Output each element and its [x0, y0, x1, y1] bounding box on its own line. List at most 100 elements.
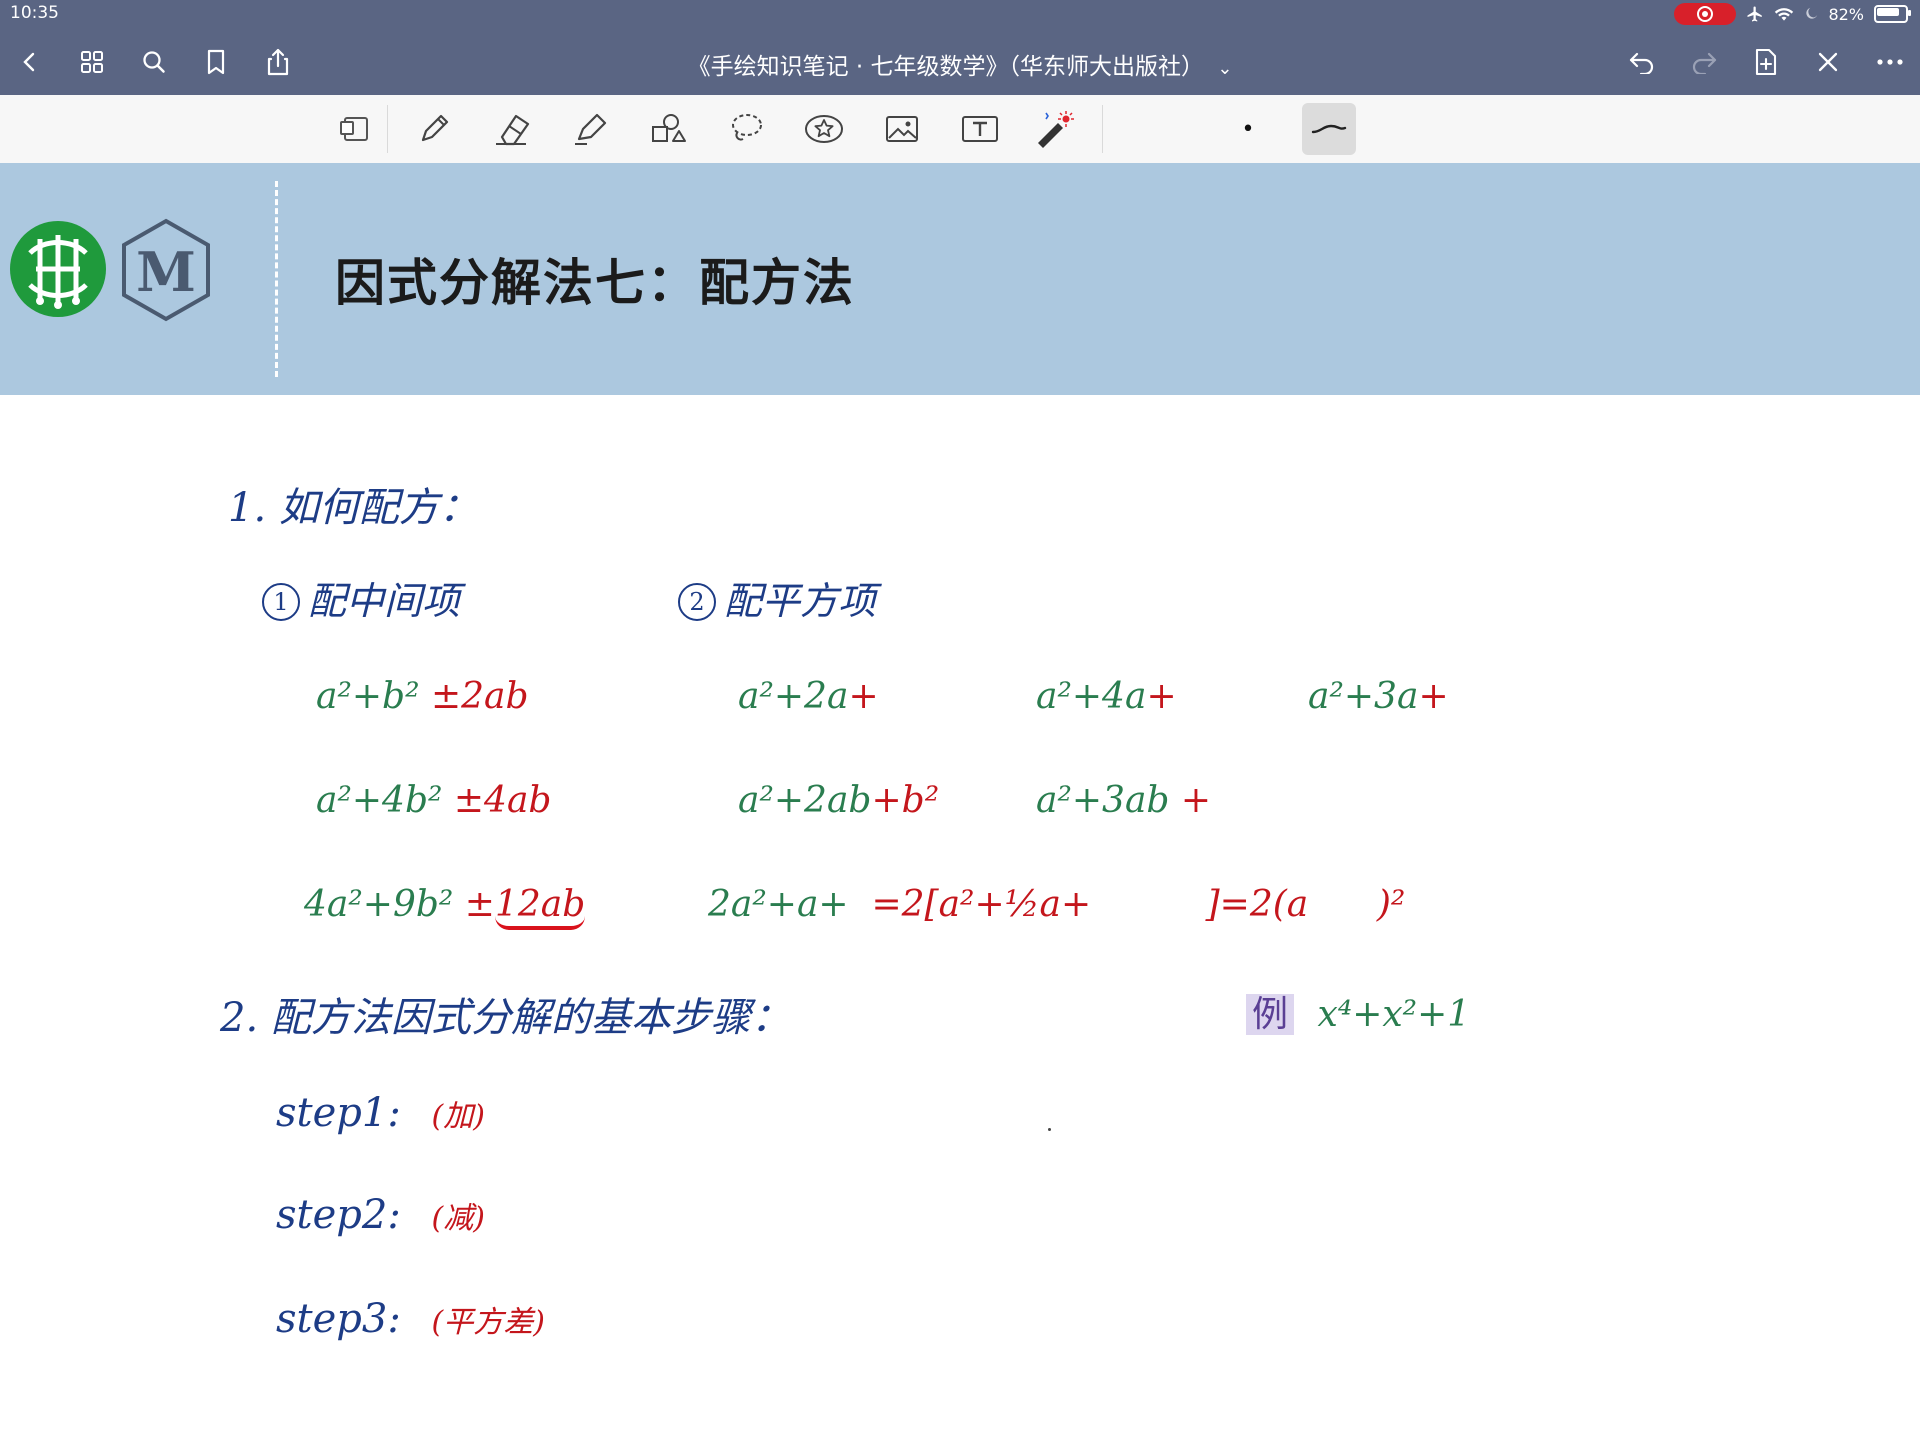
step-note: (平方差)	[431, 1305, 545, 1340]
example-expression: 例 x⁴+x²+1	[1246, 985, 1470, 1037]
expression-red: +	[1146, 676, 1177, 717]
equation-left-2: a²+4b² ±4ab	[316, 780, 551, 821]
close-icon	[1818, 52, 1838, 72]
undo-button[interactable]	[1622, 42, 1662, 82]
laser-pointer-icon	[1038, 111, 1074, 148]
document-title[interactable]: 《手绘知识笔记 · 七年级数学》（华东师大出版社） ⌄	[560, 47, 1360, 81]
banner-divider	[275, 181, 278, 377]
expression-green: a²+4b²	[316, 780, 443, 821]
equation-right-2: a²+3ab +	[1036, 780, 1211, 821]
lasso-tool[interactable]	[724, 107, 768, 151]
battery-percent: 82%	[1828, 4, 1864, 24]
equation-right-1b: a²+3a+	[1308, 676, 1449, 717]
laser-pointer-tool[interactable]	[1032, 107, 1076, 151]
bookmark-icon	[207, 49, 225, 75]
thumbnails-button[interactable]	[72, 42, 112, 82]
header-banner: M 因式分解法七：配方法	[0, 163, 1920, 395]
section-2-heading: 2. 配方法因式分解的基本步骤：	[220, 995, 791, 1041]
record-icon	[1697, 6, 1714, 22]
step-note: (加)	[431, 1099, 485, 1134]
expression-red-underlined: 12ab	[494, 884, 586, 930]
subheading-label: 配中间项	[308, 579, 461, 623]
drawing-toolbar: •	[0, 95, 1920, 164]
example-polynomial: x⁴+x²+1	[1317, 994, 1471, 1035]
shapes-tool[interactable]	[646, 107, 690, 151]
equation-right-1a: a²+4a+	[1036, 676, 1177, 717]
expression-green: a²+3a	[1308, 676, 1419, 717]
expression-red: +	[1169, 780, 1212, 821]
undo-icon	[1629, 52, 1654, 74]
sticker-tool[interactable]	[802, 107, 846, 151]
eraser-icon	[496, 114, 530, 146]
shapes-icon	[652, 114, 686, 142]
step-note: (减)	[431, 1201, 485, 1236]
page-layout-tool[interactable]	[334, 107, 378, 151]
expression-red: ±4ab	[442, 780, 552, 821]
subheading-middle-term: 1 配中间项	[262, 570, 460, 625]
brand-logo: M	[116, 217, 216, 323]
document-title-text: 《手绘知识笔记 · 七年级数学》（华东师大出版社）	[687, 54, 1205, 80]
pen-size-dot[interactable]: •	[1226, 107, 1270, 151]
lasso-icon	[732, 114, 762, 141]
subheading-label: 配平方项	[724, 579, 877, 623]
pen-tool[interactable]	[412, 107, 456, 151]
step-1: step1: (加)	[276, 1090, 485, 1136]
add-page-button[interactable]	[1746, 42, 1786, 82]
stroke-squiggle-icon	[1311, 124, 1347, 134]
airplane-icon	[1746, 5, 1764, 23]
step-label: step3:	[276, 1296, 401, 1342]
search-icon	[143, 51, 165, 73]
image-tool[interactable]	[880, 107, 924, 151]
subheading-square-term: 2 配平方项	[678, 570, 876, 625]
search-button[interactable]	[134, 42, 174, 82]
expression-red: ±2ab	[419, 676, 529, 717]
share-icon	[267, 48, 289, 76]
status-time: 10:35	[10, 3, 59, 23]
page-title: 因式分解法七：配方法	[335, 254, 855, 312]
highlighter-tool[interactable]	[568, 107, 612, 151]
logo-letter: M	[136, 240, 196, 304]
share-button[interactable]	[258, 42, 298, 82]
close-button[interactable]	[1808, 42, 1848, 82]
stroke-style-selector[interactable]	[1302, 103, 1356, 155]
circled-number: 1	[262, 583, 300, 621]
page-layout-icon	[340, 117, 368, 141]
back-button[interactable]	[10, 42, 50, 82]
expression-green: 4a²+9b²	[304, 884, 454, 925]
chevron-down-icon: ⌄	[1217, 58, 1233, 79]
expression-green: a²+2ab	[738, 780, 872, 821]
expression-green: a²+b²	[316, 676, 420, 717]
bookmark-button[interactable]	[196, 42, 236, 82]
highlighter-icon	[575, 113, 607, 145]
eraser-tool[interactable]	[490, 107, 534, 151]
add-page-icon	[1755, 48, 1777, 76]
step-label: step2:	[276, 1192, 401, 1238]
navigation-bar: 《手绘知识笔记 · 七年级数学》（华东师大出版社） ⌄	[0, 36, 1920, 88]
moon-icon	[1804, 6, 1818, 22]
redo-button[interactable]	[1684, 42, 1724, 82]
expression-red: =2[a²+½a+ ]=2(a )²	[848, 884, 1406, 925]
expression-red: ±	[453, 884, 495, 925]
equation-left-3: 4a²+9b² ±12ab	[304, 884, 586, 930]
equation-mid-1: a²+2a+	[738, 676, 879, 717]
more-button[interactable]	[1870, 42, 1910, 82]
step-3: step3: (平方差)	[276, 1296, 545, 1342]
expression-red: +b²	[871, 780, 940, 821]
expression-red: +	[1418, 676, 1449, 717]
publisher-logo	[10, 221, 106, 317]
expression-green: 2a²+a+	[708, 884, 849, 925]
text-tool[interactable]	[958, 107, 1002, 151]
circled-number: 2	[678, 583, 716, 621]
star-sticker-icon	[805, 115, 843, 143]
expression-green: a²+2a	[738, 676, 849, 717]
equation-left-1: a²+b² ±2ab	[316, 676, 529, 717]
pen-icon	[421, 114, 449, 142]
battery-icon	[1874, 5, 1911, 23]
wifi-icon	[1774, 6, 1794, 22]
chevron-left-icon	[23, 52, 35, 72]
expression-green: a²+4a	[1036, 676, 1147, 717]
knot-logo-icon	[28, 235, 88, 309]
screen-recording-indicator[interactable]	[1674, 3, 1737, 25]
example-tag: 例	[1246, 994, 1295, 1035]
redo-icon	[1692, 52, 1717, 74]
